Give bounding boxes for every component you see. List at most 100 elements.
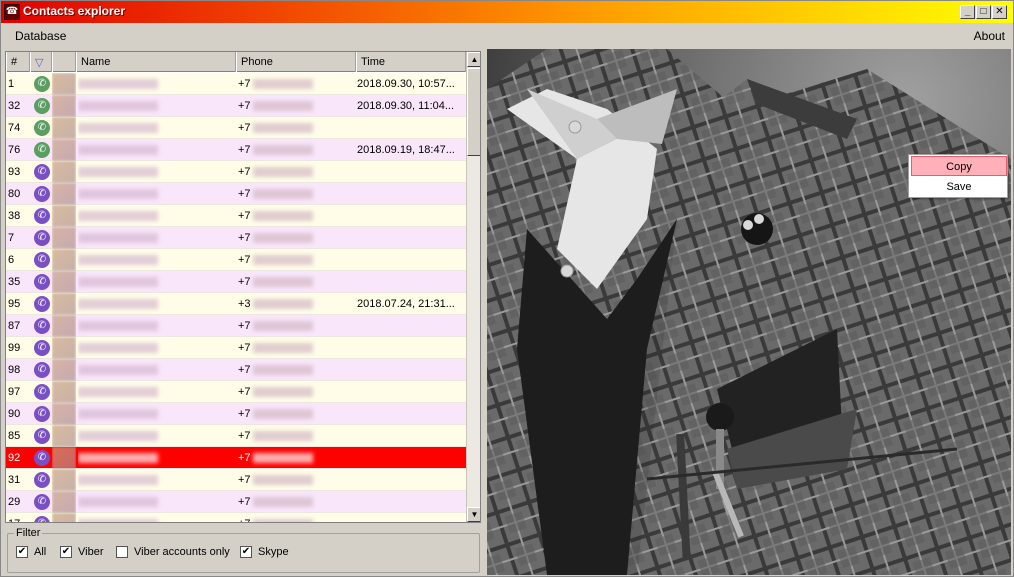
table-row[interactable]: 74 ✆ +7 xyxy=(6,117,466,139)
table-row[interactable]: 7 ✆ +7 xyxy=(6,227,466,249)
viber-icon: ✆ xyxy=(31,183,53,205)
contact-name-redacted xyxy=(78,403,236,425)
table-row[interactable]: 6 ✆ +7 xyxy=(6,249,466,271)
avatar xyxy=(52,183,76,205)
sort-filter-icon[interactable]: ▽ xyxy=(30,52,52,72)
menu-about[interactable]: About xyxy=(974,29,1005,43)
contact-name-redacted xyxy=(78,293,236,315)
row-number: 92 xyxy=(8,452,21,464)
filter-skype[interactable]: ✔ Skype xyxy=(240,546,289,558)
phone-prefix: +3 xyxy=(238,298,251,310)
table-row[interactable]: 29 ✆ +7 xyxy=(6,491,466,513)
maximize-button[interactable]: □ xyxy=(976,5,991,19)
filter-viber[interactable]: ✔ Viber xyxy=(60,546,103,558)
viber-icon: ✆ xyxy=(31,249,53,271)
phone-prefix: +7 xyxy=(238,210,251,222)
contact-name-redacted xyxy=(78,249,236,271)
context-menu-copy[interactable]: Copy xyxy=(911,156,1007,176)
menu-bar: Database About xyxy=(1,25,1013,47)
grid-rows: 1 ✆ +7 2018.09.30, 10:57... 32 ✆ +7 2018.09.30,… xyxy=(6,73,466,522)
table-row[interactable]: 1 ✆ +7 2018.09.30, 10:57... xyxy=(6,73,466,95)
table-row[interactable]: 35 ✆ +7 xyxy=(6,271,466,293)
viber-icon: ✆ xyxy=(31,381,53,403)
close-button[interactable]: ✕ xyxy=(992,5,1007,19)
table-row[interactable]: 31 ✆ +7 xyxy=(6,469,466,491)
contact-time: 2018.09.19, 18:47... xyxy=(357,144,455,156)
filter-viber-label: Viber xyxy=(78,546,104,558)
avatar xyxy=(52,117,76,139)
viber-icon: ✆ xyxy=(31,469,53,491)
table-row[interactable]: 85 ✆ +7 xyxy=(6,425,466,447)
contact-phone: +3 xyxy=(238,293,356,315)
contact-time xyxy=(357,447,466,469)
phone-prefix: +7 xyxy=(238,474,251,486)
checkbox-viber[interactable]: ✔ xyxy=(60,546,72,558)
column-header-num[interactable]: # xyxy=(6,52,30,72)
table-row[interactable]: 32 ✆ +7 2018.09.30, 11:04... xyxy=(6,95,466,117)
filter-all[interactable]: ✔ All xyxy=(16,546,46,558)
table-row[interactable]: 99 ✆ +7 xyxy=(6,337,466,359)
menu-database[interactable]: Database xyxy=(15,29,66,43)
table-row[interactable]: 93 ✆ +7 xyxy=(6,161,466,183)
column-header-time[interactable]: Time xyxy=(356,52,466,72)
avatar xyxy=(52,249,76,271)
phone-prefix: +7 xyxy=(238,276,251,288)
table-row[interactable]: 98 ✆ +7 xyxy=(6,359,466,381)
avatar xyxy=(52,337,76,359)
row-number: 93 xyxy=(8,166,21,178)
contact-phone: +7 xyxy=(238,403,356,425)
table-row[interactable]: 80 ✆ +7 xyxy=(6,183,466,205)
contact-name-redacted xyxy=(78,95,236,117)
table-row[interactable]: 38 ✆ +7 xyxy=(6,205,466,227)
filter-viber-accounts-only[interactable]: Viber accounts only xyxy=(116,546,230,558)
phone-prefix: +7 xyxy=(238,320,251,332)
row-number: 85 xyxy=(8,430,21,442)
contact-time xyxy=(357,469,466,491)
column-header-avatar[interactable] xyxy=(52,52,76,72)
row-number: 87 xyxy=(8,320,21,332)
checkbox-skype[interactable]: ✔ xyxy=(240,546,252,558)
whatsapp-icon: ✆ xyxy=(31,95,53,117)
context-menu-save[interactable]: Save xyxy=(911,177,1007,197)
phone-prefix: +7 xyxy=(238,254,251,266)
table-row[interactable]: 97 ✆ +7 xyxy=(6,381,466,403)
contact-name-redacted xyxy=(78,117,236,139)
minimize-button[interactable]: _ xyxy=(960,5,975,19)
contact-time xyxy=(357,359,466,381)
table-row[interactable]: 17✆ +7 xyxy=(6,513,466,522)
checkbox-all[interactable]: ✔ xyxy=(16,546,28,558)
scroll-thumb[interactable] xyxy=(467,68,480,156)
checkbox-viber-accounts-only[interactable] xyxy=(116,546,128,558)
column-header-name[interactable]: Name xyxy=(76,52,236,72)
title-bar[interactable]: ☎ Contacts explorer _ □ ✕ xyxy=(1,1,1013,23)
filter-group: Filter ✔ All ✔ Viber Viber accounts only… xyxy=(7,527,480,573)
filter-title: Filter xyxy=(14,527,43,539)
vertical-scrollbar[interactable]: ▲ ▼ xyxy=(466,52,480,522)
contact-time: 2018.09.30, 10:57... xyxy=(357,78,455,90)
row-number: 95 xyxy=(8,298,21,310)
phone-prefix: +7 xyxy=(238,144,251,156)
table-row[interactable]: 92 ✆ +7 xyxy=(6,447,466,469)
table-row[interactable]: 90 ✆ +7 xyxy=(6,403,466,425)
contact-time xyxy=(357,315,466,337)
contact-name-redacted xyxy=(78,271,236,293)
table-row[interactable]: 95 ✆ +3 2018.07.24, 21:31... xyxy=(6,293,466,315)
scroll-down-arrow-icon[interactable]: ▼ xyxy=(467,507,480,522)
contact-time xyxy=(357,425,466,447)
contacts-grid[interactable]: # ▽ Name Phone Time 1 ✆ +7 2018.09.30, 10:5… xyxy=(5,51,481,523)
contact-name-redacted xyxy=(78,73,236,95)
contact-time xyxy=(357,227,466,249)
contact-photo[interactable] xyxy=(487,49,1011,575)
column-header-phone[interactable]: Phone xyxy=(236,52,356,72)
scroll-up-arrow-icon[interactable]: ▲ xyxy=(467,52,480,67)
contact-name-redacted xyxy=(78,425,236,447)
table-row[interactable]: 76 ✆ +7 2018.09.19, 18:47... xyxy=(6,139,466,161)
contact-phone: +7 xyxy=(238,95,356,117)
grid-header: # ▽ Name Phone Time xyxy=(6,52,466,72)
photo-image xyxy=(487,49,1011,575)
phone-prefix: +7 xyxy=(238,100,251,112)
phone-prefix: +7 xyxy=(238,232,251,244)
viber-icon: ✆ xyxy=(31,205,53,227)
table-row[interactable]: 87 ✆ +7 xyxy=(6,315,466,337)
contact-time xyxy=(357,491,466,513)
